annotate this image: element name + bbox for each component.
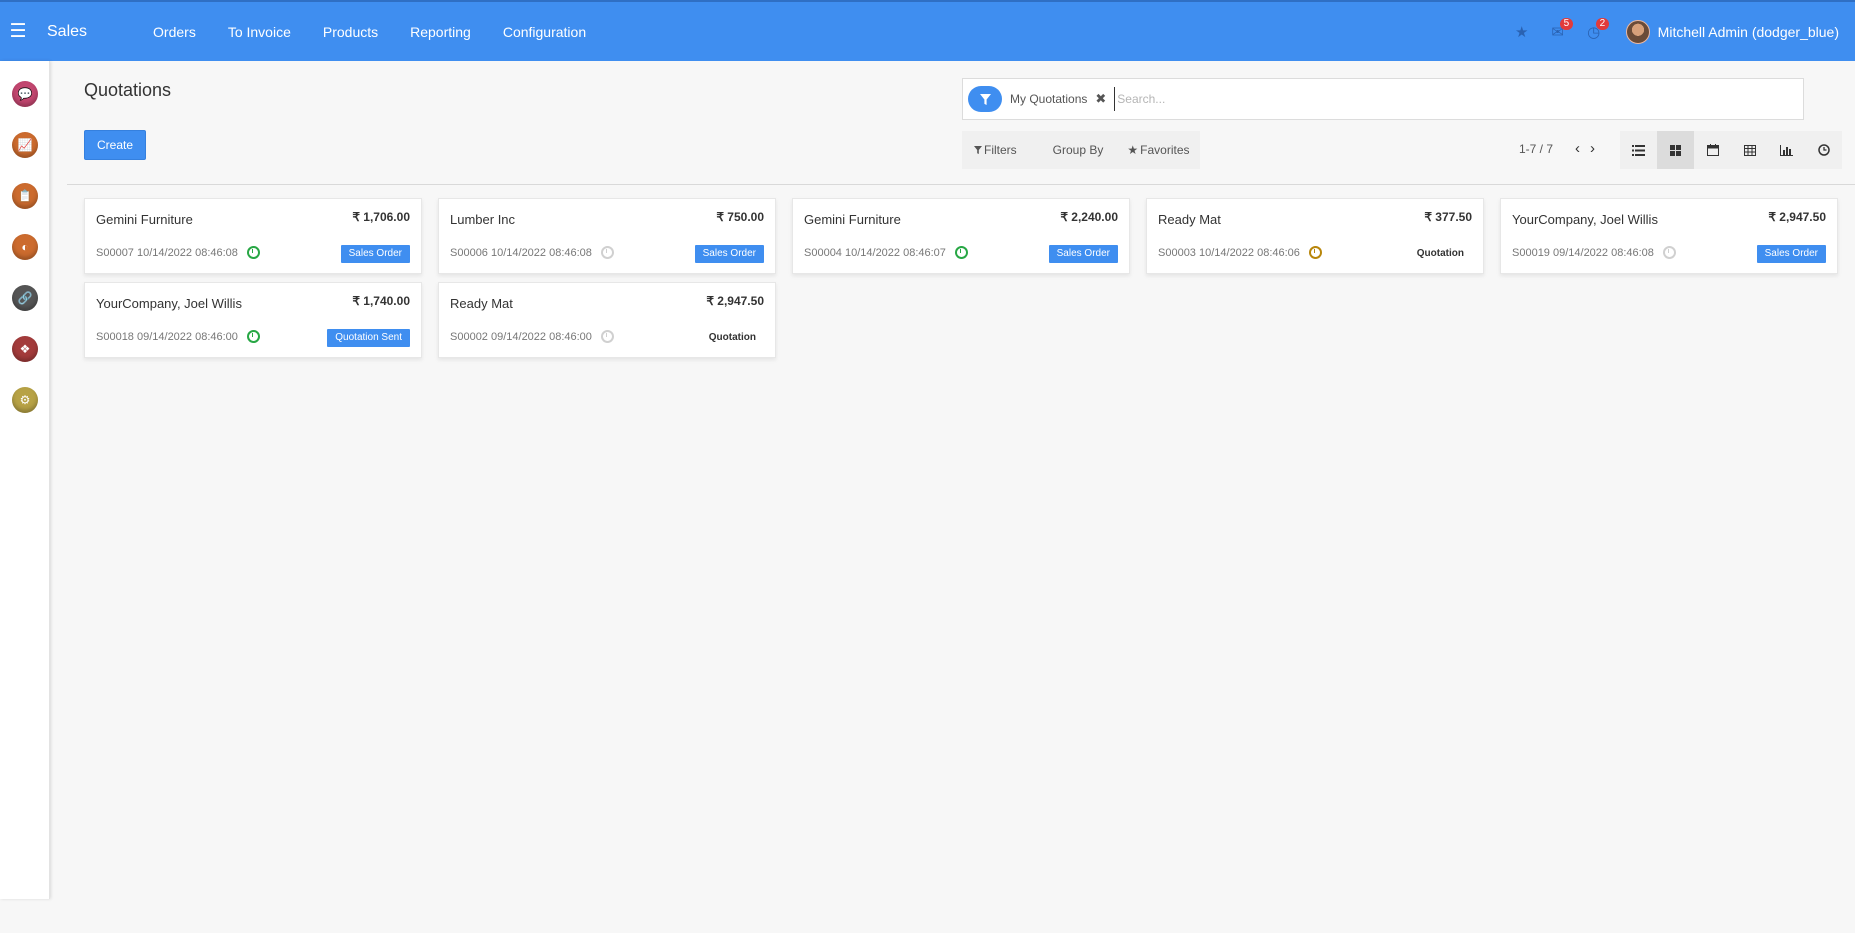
favorites-dropdown[interactable]: ★ Favorites: [1127, 143, 1189, 157]
menu-reporting[interactable]: Reporting: [410, 24, 471, 40]
graph-view-button[interactable]: [1768, 131, 1805, 169]
kanban-card[interactable]: Gemini Furniture ₹ 2,240.00 S00004 10/14…: [792, 198, 1130, 274]
card-amount: ₹ 377.50: [1424, 210, 1472, 224]
card-partner: YourCompany, Joel Willis: [96, 296, 242, 311]
activity-clock-icon[interactable]: [600, 330, 614, 343]
app-name[interactable]: Sales: [47, 23, 87, 41]
activity-count-badge: 2: [1595, 18, 1610, 30]
calendar-view-button[interactable]: [1694, 131, 1731, 169]
hamburger-icon: ☰: [9, 21, 27, 42]
search-options: Filters Group By ★ Favorites: [962, 131, 1200, 169]
menu-to-invoice[interactable]: To Invoice: [228, 24, 291, 40]
user-name: Mitchell Admin (dodger_blue): [1657, 23, 1839, 40]
navbar-systray: ★ ✉ 5 ◷ 2 Mitchell Admin (dodger_blue): [1504, 2, 1855, 61]
kanban-card[interactable]: YourCompany, Joel Willis ₹ 2,947.50 S000…: [1500, 198, 1838, 274]
status-badge: Sales Order: [340, 245, 410, 263]
card-reference: S00002 09/14/2022 08:46:00: [450, 330, 592, 343]
status-badge: Sales Order: [1756, 245, 1826, 263]
search-bar: My Quotations ✖: [962, 78, 1804, 120]
card-reference: S00007 10/14/2022 08:46:08: [96, 246, 238, 259]
card-partner: YourCompany, Joel Willis: [1512, 212, 1658, 227]
card-reference: S00019 09/14/2022 08:46:08: [1512, 246, 1654, 259]
kanban-card[interactable]: Gemini Furniture ₹ 1,706.00 S00007 10/14…: [84, 198, 422, 274]
star-icon[interactable]: ★: [1504, 2, 1540, 61]
dashboard-app-icon[interactable]: 📈: [12, 132, 38, 158]
pager: 1-7 / 7 ‹ ›: [1519, 141, 1595, 156]
top-navbar: ☰ Sales Orders To Invoice Products Repor…: [0, 0, 1855, 61]
filter-icon: [968, 86, 1002, 112]
card-partner: Ready Mat: [450, 296, 513, 311]
activity-clock-icon[interactable]: [600, 246, 614, 259]
search-input[interactable]: [1114, 87, 1803, 111]
facet-my-quotations: My Quotations: [1010, 92, 1088, 106]
card-amount: ₹ 2,947.50: [706, 294, 764, 308]
settings-app-icon[interactable]: ⚙: [12, 387, 38, 413]
filters-dropdown[interactable]: Filters: [974, 143, 1017, 157]
card-amount: ₹ 1,706.00: [352, 210, 410, 224]
invoicing-app-icon[interactable]: 📋: [12, 183, 38, 209]
status-badge: Sales Order: [1048, 245, 1118, 263]
card-reference: S00018 09/14/2022 08:46:00: [96, 330, 238, 343]
kanban-card[interactable]: Lumber Inc ₹ 750.00 S00006 10/14/2022 08…: [438, 198, 776, 274]
app-menu-toggle[interactable]: ☰: [0, 1, 36, 62]
chat-icon[interactable]: ✉ 5: [1540, 2, 1576, 61]
kanban-card[interactable]: Ready Mat ₹ 377.50 S00003 10/14/2022 08:…: [1146, 198, 1484, 274]
kanban-card[interactable]: Ready Mat ₹ 2,947.50 S00002 09/14/2022 0…: [438, 282, 776, 358]
page-title: Quotations: [84, 80, 172, 100]
pager-previous-icon[interactable]: ‹: [1575, 141, 1580, 156]
card-amount: ₹ 2,240.00: [1060, 210, 1118, 224]
activity-view-button[interactable]: [1805, 131, 1842, 169]
groupby-dropdown[interactable]: Group By: [1053, 143, 1104, 157]
card-amount: ₹ 1,740.00: [352, 294, 410, 308]
discuss-app-icon[interactable]: 💬: [12, 81, 38, 107]
avatar: [1625, 19, 1650, 44]
card-reference: S00003 10/14/2022 08:46:06: [1158, 246, 1300, 259]
kanban-card[interactable]: YourCompany, Joel Willis ₹ 1,740.00 S000…: [84, 282, 422, 358]
status-badge: Quotation: [708, 332, 756, 343]
card-reference: S00006 10/14/2022 08:46:08: [450, 246, 592, 259]
card-partner: Gemini Furniture: [804, 212, 901, 227]
app-sidebar: 💬 📈 📋 ◐ 🔗 ❖ ⚙: [0, 61, 50, 899]
menu-products[interactable]: Products: [323, 24, 378, 40]
user-menu[interactable]: Mitchell Admin (dodger_blue): [1625, 19, 1839, 44]
link-app-icon[interactable]: 🔗: [12, 285, 38, 311]
star-icon: ★: [1127, 143, 1139, 157]
crm-app-icon[interactable]: ◐: [12, 234, 38, 260]
card-amount: ₹ 750.00: [716, 210, 764, 224]
card-partner: Gemini Furniture: [96, 212, 193, 227]
activity-clock-icon[interactable]: [954, 246, 968, 259]
activity-clock-icon[interactable]: [246, 246, 260, 259]
kanban-view-button[interactable]: [1657, 131, 1694, 169]
card-reference: S00004 10/14/2022 08:46:07: [804, 246, 946, 259]
card-partner: Lumber Inc: [450, 212, 516, 227]
pager-next-icon[interactable]: ›: [1590, 141, 1595, 156]
menu-orders[interactable]: Orders: [153, 24, 196, 40]
status-badge: Sales Order: [694, 245, 764, 263]
activity-clock-icon[interactable]: [1308, 246, 1322, 259]
chat-count-badge: 5: [1559, 18, 1574, 30]
control-panel-divider: [67, 184, 1855, 185]
menu-configuration[interactable]: Configuration: [503, 24, 586, 40]
activity-clock-icon[interactable]: [1662, 246, 1676, 259]
create-button[interactable]: Create: [84, 130, 146, 160]
card-partner: Ready Mat: [1158, 212, 1221, 227]
card-amount: ₹ 2,947.50: [1768, 210, 1826, 224]
status-badge: Quotation: [1416, 248, 1464, 259]
remove-facet-icon[interactable]: ✖: [1095, 91, 1106, 107]
list-view-button[interactable]: [1620, 131, 1657, 169]
status-badge: Quotation Sent: [327, 329, 410, 347]
pager-value[interactable]: 1-7 / 7: [1519, 142, 1553, 156]
activity-clock-icon[interactable]: ◷ 2: [1576, 2, 1612, 61]
apps-app-icon[interactable]: ❖: [12, 336, 38, 362]
activity-clock-icon[interactable]: [246, 330, 260, 343]
filter-funnel-icon: [974, 146, 982, 154]
pivot-view-button[interactable]: [1731, 131, 1768, 169]
view-switcher: [1620, 131, 1842, 169]
